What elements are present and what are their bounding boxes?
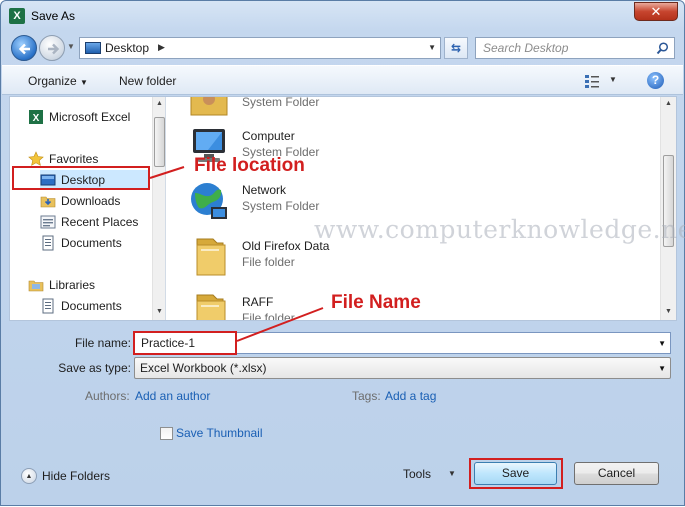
file-name-arrow [236, 307, 324, 342]
file-location-annotation: File location [194, 155, 305, 176]
annotation-arrows [149, 166, 324, 342]
save-as-dialog: X Save As ✕ ▼ Desktop ▶ ▼ ⇆ Search Deskt… [0, 0, 685, 506]
file-location-arrow [149, 166, 185, 179]
file-name-annotation: File Name [331, 292, 421, 313]
